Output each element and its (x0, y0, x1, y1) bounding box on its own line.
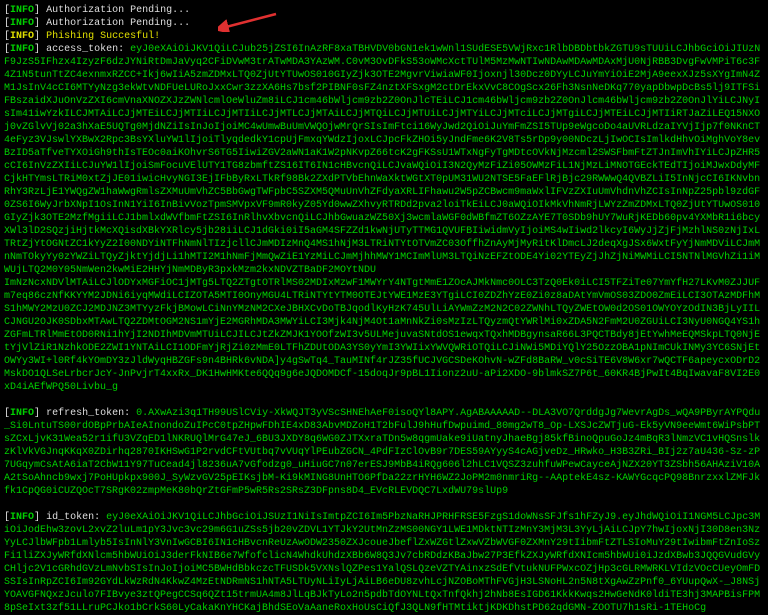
log-line: [INFO] access_token: eyJ0eXAiOiJKV1QiLCJ… (4, 43, 764, 277)
token-key: id_token (46, 512, 94, 523)
log-level-label: INFO (10, 44, 34, 55)
log-level-label: INFO (10, 512, 34, 523)
terminal-output: [INFO] Authorization Pending...[INFO] Au… (4, 4, 764, 615)
log-level-label: INFO (10, 31, 34, 42)
log-line: [INFO] Authorization Pending... (4, 4, 764, 17)
token-key: refresh_token (46, 408, 124, 419)
token-key: access_token (46, 44, 118, 55)
log-line: [INFO] Authorization Pending... (4, 17, 764, 30)
log-line: [INFO] Phishing Succesful! (4, 30, 764, 43)
token-value: ImNzNcxNDVlMTAiLCJlODYxMGFiOC1jMTg5LTQ2Z… (4, 278, 760, 393)
log-message: Authorization Pending... (46, 18, 190, 29)
log-level-label: INFO (10, 5, 34, 16)
log-message: Phishing Succesful! (46, 31, 160, 42)
log-line: [INFO] id_token: eyJ0eXAiOiJKV1QiLCJhbGc… (4, 511, 764, 615)
token-value: eyJ0eXAiOiJKV1QiLCJub25jZSI6InAzRF8xaTBH… (4, 44, 760, 276)
blank-line (4, 498, 764, 511)
token-continuation: ImNzNcxNDVlMTAiLCJlODYxMGFiOC1jMTg5LTQ2Z… (4, 277, 764, 394)
log-line: [INFO] refresh_token: 0.AXwAzi3q1TH99USl… (4, 407, 764, 498)
log-level-label: INFO (10, 408, 34, 419)
blank-line (4, 394, 764, 407)
log-level-label: INFO (10, 18, 34, 29)
log-message: Authorization Pending... (46, 5, 190, 16)
token-value: 0.AXwAzi3q1TH99USlCViy-XkWQJT3yVScSHNEhA… (4, 408, 760, 497)
token-value: eyJ0eXAiOiJKV1QiLCJhbGciOiJSUzI1NiIsImtp… (4, 512, 760, 614)
